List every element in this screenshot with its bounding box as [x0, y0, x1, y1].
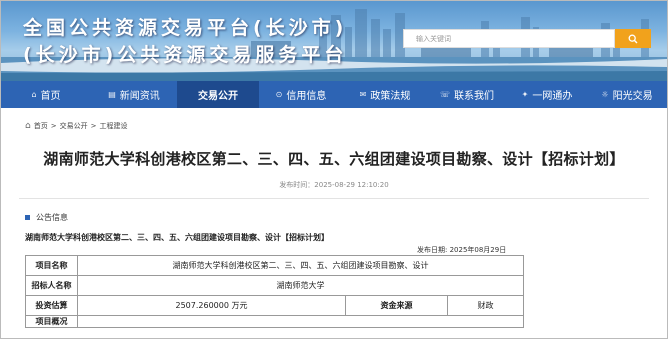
onenet-icon: ✦ [521, 90, 529, 99]
nav-label: 政策法规 [370, 91, 411, 102]
table-row: 项目名称 湖南师范大学科创港校区第二、三、四、五、六组团建设项目勘察、设计 [25, 255, 525, 276]
breadcrumb-item-construction[interactable]: 工程建设 [99, 121, 127, 131]
section-label: 公告信息 [36, 213, 68, 222]
nav-label: 信用信息 [286, 91, 327, 102]
banner-title-line1: 全国公共资源交易平台(长沙市) [23, 17, 348, 39]
home-icon: ⌂ [25, 121, 31, 131]
fund-source-value: 财政 [446, 295, 525, 316]
table-row: 投资估算 2507.260000 万元 资金来源 财政 [25, 295, 525, 316]
nav-label: 一网通办 [532, 91, 573, 102]
contact-icon: ☏ [439, 90, 450, 99]
main-content: ⌂ 首页 > 交易公开 > 工程建设 湖南师范大学科创港校区第二、三、四、五、六… [1, 108, 667, 338]
divider [19, 198, 649, 199]
project-name-label: 项目名称 [25, 255, 78, 276]
home-icon: ⌂ [31, 90, 37, 99]
nav-label: 首页 [40, 91, 61, 102]
nav-item-news[interactable]: ▤ 新闻资讯 [91, 81, 177, 108]
notice-title: 湖南师范大学科创港校区第二、三、四、五、六组团建设项目勘察、设计【招标计划】 [25, 233, 329, 242]
page-frame: 全国公共资源交易平台(长沙市) (长沙市)公共资源交易服务平台 输入关键词 ⌂ 首… [0, 0, 668, 339]
nav-item-sunshine[interactable]: ☼ 阳光交易 [587, 81, 667, 108]
search-input[interactable]: 输入关键词 [403, 29, 615, 48]
fund-source-label: 资金来源 [345, 295, 448, 316]
publish-time: 发布时间：2025-08-29 12:10:20 [279, 181, 389, 189]
sunshine-icon: ☼ [601, 90, 609, 99]
search-icon [628, 34, 638, 43]
nav-label: 交易公开 [198, 91, 238, 102]
search-button[interactable] [615, 29, 651, 48]
nav-item-contact[interactable]: ☏ 联系我们 [427, 81, 507, 108]
project-info-table: 项目名称 湖南师范大学科创港校区第二、三、四、五、六组团建设项目勘察、设计 招标… [25, 255, 525, 328]
banner-title-line2: (长沙市)公共资源交易服务平台 [23, 44, 348, 66]
page-title: 湖南师范大学科创港校区第二、三、四、五、六组团建设项目勘察、设计【招标计划】 [43, 150, 625, 168]
breadcrumb-separator: > [90, 122, 97, 130]
breadcrumb-item-home[interactable]: 首页 [34, 121, 48, 131]
square-bullet-icon [25, 215, 30, 220]
nav-item-credit[interactable]: ⊙ 信用信息 [259, 81, 343, 108]
publish-date: 发布日期: 2025年08月29日 [417, 246, 507, 254]
section-header: 公告信息 [25, 212, 68, 223]
table-row: 招标人名称 湖南师范大学 [25, 275, 525, 296]
breadcrumb-separator: > [50, 122, 57, 130]
investment-value: 2507.260000 万元 [77, 295, 346, 316]
policy-icon: ✉ [359, 90, 367, 99]
breadcrumb: ⌂ 首页 > 交易公开 > 工程建设 [25, 121, 127, 131]
nav-label: 联系我们 [454, 91, 494, 102]
main-nav: ⌂ 首页 ▤ 新闻资讯 交易公开 ⊙ 信用信息 ✉ 政策法规 ☏ 联系我们 ✦ 一网通办 ☼… [1, 81, 667, 108]
tenderer-label: 招标人名称 [25, 275, 78, 296]
overview-label: 项目概况 [25, 315, 78, 328]
nav-item-home[interactable]: ⌂ 首页 [1, 81, 91, 108]
investment-label: 投资估算 [25, 295, 78, 316]
table-row: 项目概况 [25, 315, 525, 328]
tenderer-value: 湖南师范大学 [76, 275, 525, 296]
site-banner: 全国公共资源交易平台(长沙市) (长沙市)公共资源交易服务平台 输入关键词 [1, 1, 667, 81]
nav-item-trading[interactable]: 交易公开 [177, 81, 259, 108]
breadcrumb-item-trading[interactable]: 交易公开 [60, 121, 88, 131]
nav-item-policy[interactable]: ✉ 政策法规 [343, 81, 427, 108]
nav-item-onenet[interactable]: ✦ 一网通办 [507, 81, 587, 108]
info-icon: ⊙ [275, 90, 283, 99]
news-icon: ▤ [108, 90, 116, 99]
nav-label: 新闻资讯 [119, 91, 160, 102]
project-name-value: 湖南师范大学科创港校区第二、三、四、五、六组团建设项目勘察、设计 [76, 255, 525, 276]
nav-label: 阳光交易 [612, 91, 653, 102]
overview-value [76, 315, 525, 328]
